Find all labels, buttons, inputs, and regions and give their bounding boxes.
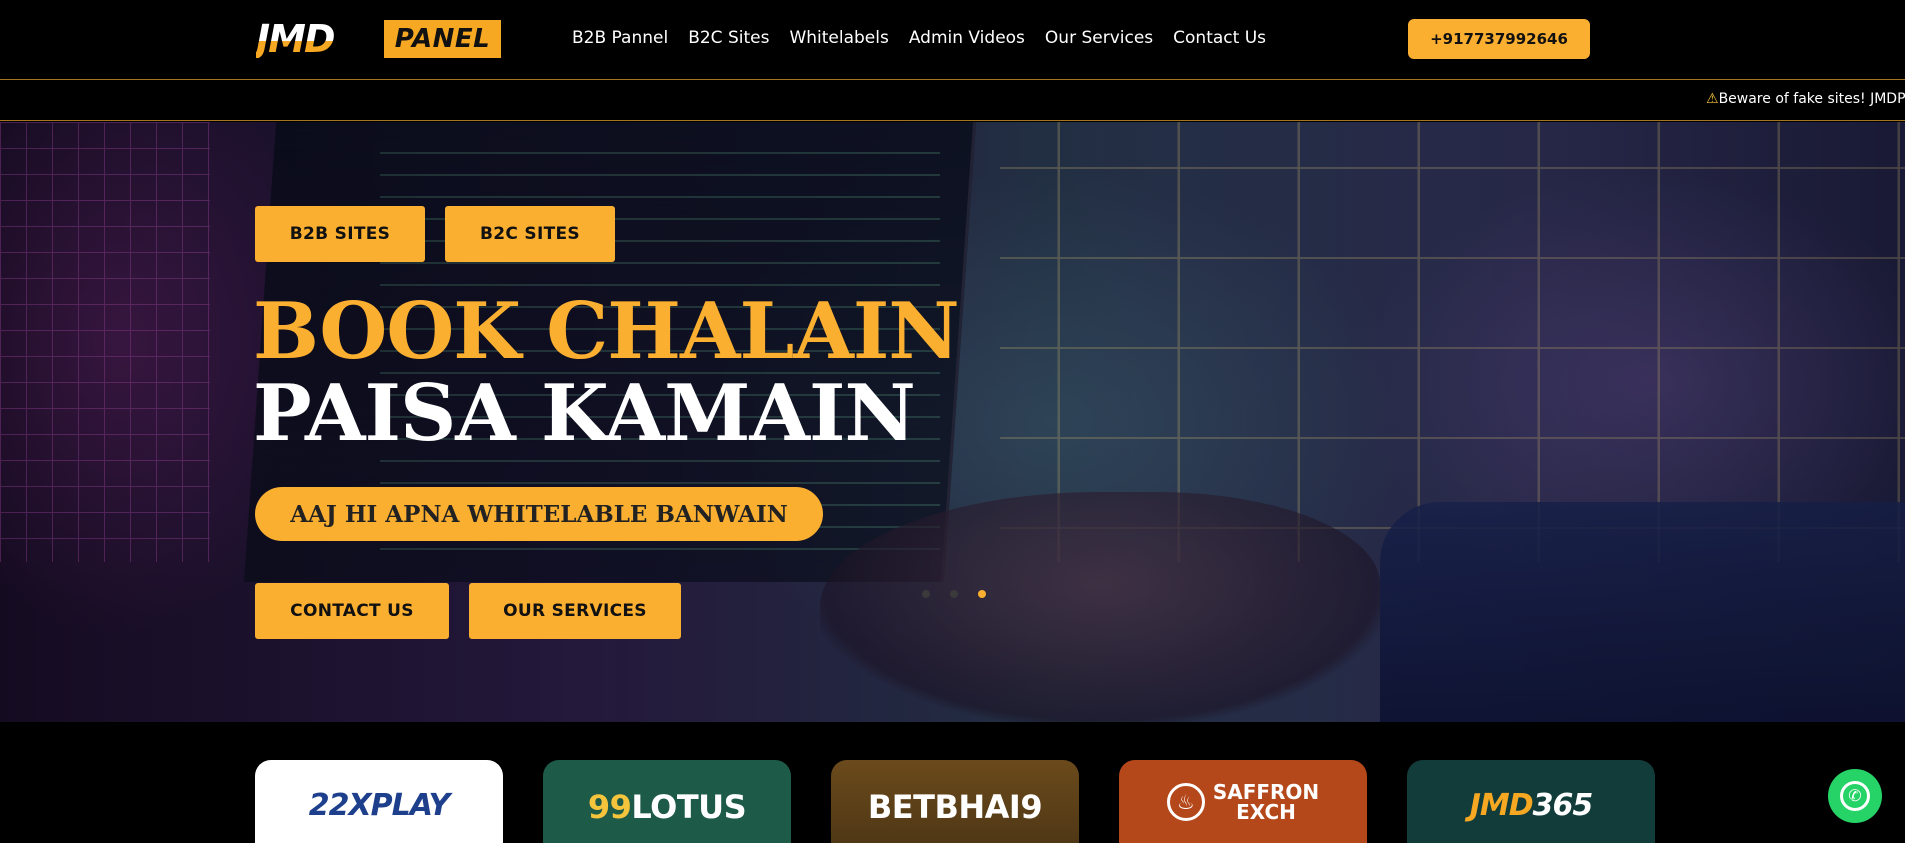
phone-button[interactable]: +917737992646 [1408,19,1590,59]
whatsapp-icon: ✆ [1840,781,1870,811]
hero-banner: B2B SITES B2C SITES BOOK CHALAIN PAISA K… [0,122,1905,722]
hero-title-line1: BOOK CHALAIN [253,286,960,377]
logo-panel-text: PANEL [394,24,491,54]
main-nav: B2B Pannel B2C Sites Whitelabels Admin V… [572,26,1286,50]
card-jmd365[interactable]: JMD365 [1407,760,1655,843]
b2c-sites-button[interactable]: B2C SITES [445,206,615,262]
slider-dots [922,590,986,598]
card-22xplay-label: 22XPLAY [308,788,450,823]
our-services-button[interactable]: OUR SERVICES [469,583,681,639]
logo-panel-box: PANEL [384,20,501,58]
card-99lotus-label: 99LOTUS [587,788,747,826]
warning-icon: ⚠ [1706,91,1719,107]
site-header: JMD PANEL B2B Pannel B2C Sites Whitelabe… [0,0,1905,80]
nav-admin-videos[interactable]: Admin Videos [909,26,1025,50]
slider-dot-3[interactable] [978,590,986,598]
card-betbhai9-label: BETBHAI9 [867,788,1043,826]
nav-whitelabels[interactable]: Whitelabels [789,26,888,50]
logo-jmd-text: JMD [256,20,384,58]
contact-us-button[interactable]: CONTACT US [255,583,449,639]
card-22xplay[interactable]: 22XPLAY [255,760,503,843]
site-logo[interactable]: JMD PANEL [256,20,503,58]
slider-dot-1[interactable] [922,590,930,598]
hero-tagline: AAJ HI APNA WHITELABLE BANWAIN [255,487,823,541]
card-99lotus[interactable]: 99LOTUS [543,760,791,843]
hero-title-line2: PAISA KAMAIN [253,368,916,459]
flame-icon: ♨ [1166,783,1205,821]
nav-our-services[interactable]: Our Services [1045,26,1153,50]
nav-contact-us[interactable]: Contact Us [1173,26,1266,50]
card-jmd365-label: JMD365 [1469,788,1594,823]
warning-marquee: ⚠Beware of fake sites! JMDP [0,81,1905,121]
partner-cards: 22XPLAY 99LOTUS BETBHAI9 ♨ SAFFRON EXCH J… [0,722,1905,843]
marquee-text: Beware of fake sites! JMDP [1718,91,1905,107]
nav-b2b-pannel[interactable]: B2B Pannel [572,26,668,50]
card-saffron-exch[interactable]: ♨ SAFFRON EXCH [1119,760,1367,843]
marquee-content: ⚠Beware of fake sites! JMDP [1706,91,1905,107]
b2b-sites-button[interactable]: B2B SITES [255,206,425,262]
whatsapp-button[interactable]: ✆ [1828,769,1882,823]
slider-dot-2[interactable] [950,590,958,598]
nav-b2c-sites[interactable]: B2C Sites [688,26,769,50]
card-betbhai9[interactable]: BETBHAI9 [831,760,1079,843]
card-saffron-exch-label: ♨ SAFFRON EXCH [1166,782,1319,822]
